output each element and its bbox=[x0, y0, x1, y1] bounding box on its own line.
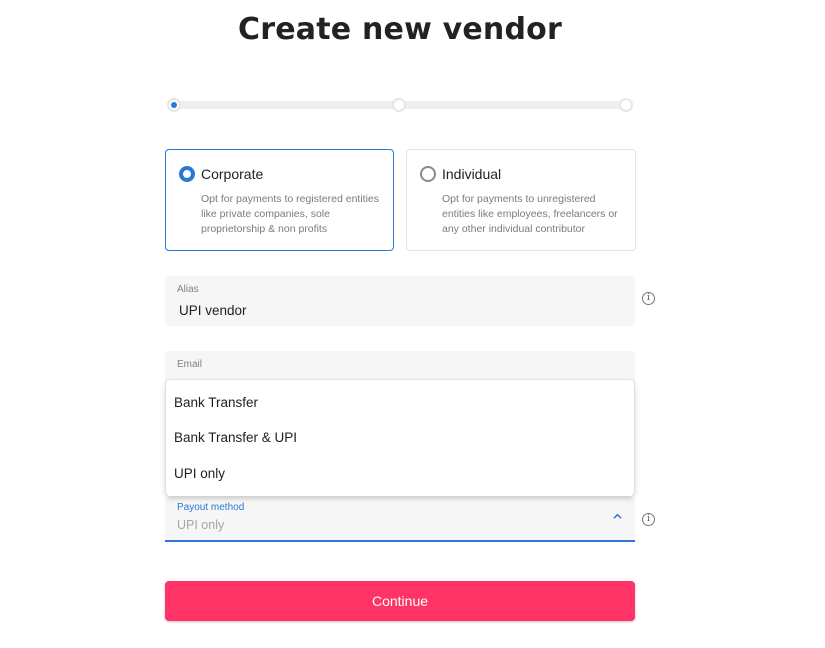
payout-method-value: UPI only bbox=[177, 518, 225, 532]
dropdown-option-bank-transfer-upi[interactable]: Bank Transfer & UPI bbox=[174, 430, 297, 445]
payout-info-icon[interactable]: i bbox=[642, 513, 655, 526]
alias-value[interactable]: UPI vendor bbox=[179, 303, 247, 318]
email-label: Email bbox=[177, 359, 203, 370]
alias-info-icon[interactable]: i bbox=[642, 292, 655, 305]
entity-card-individual[interactable]: Individual Opt for payments to unregiste… bbox=[406, 149, 636, 251]
step-1-dot bbox=[167, 98, 181, 112]
individual-label: Individual bbox=[442, 166, 502, 182]
corporate-label: Corporate bbox=[201, 166, 264, 182]
payout-method-label: Payout method bbox=[177, 502, 245, 513]
payout-method-select[interactable]: Payout method UPI only bbox=[165, 497, 635, 542]
page-title: Create new vendor bbox=[238, 12, 562, 47]
entity-card-corporate[interactable]: Corporate Opt for payments to registered… bbox=[165, 149, 394, 251]
continue-button[interactable]: Continue bbox=[165, 581, 635, 621]
alias-field[interactable]: Alias UPI vendor bbox=[165, 276, 635, 326]
individual-description: Opt for payments to unregistered entitie… bbox=[442, 193, 618, 235]
dropdown-option-bank-transfer[interactable]: Bank Transfer bbox=[174, 395, 258, 410]
corporate-description: Opt for payments to registered entities … bbox=[201, 193, 380, 235]
progress-stepper bbox=[167, 98, 633, 112]
alias-label: Alias bbox=[177, 284, 199, 295]
step-3-dot bbox=[619, 98, 633, 112]
individual-radio[interactable] bbox=[420, 166, 436, 182]
step-2-dot bbox=[392, 98, 406, 112]
chevron-up-icon[interactable] bbox=[613, 512, 622, 521]
dropdown-option-upi-only[interactable]: UPI only bbox=[174, 466, 225, 481]
payout-method-dropdown: Bank Transfer Bank Transfer & UPI UPI on… bbox=[166, 380, 634, 496]
corporate-radio[interactable] bbox=[179, 166, 195, 182]
